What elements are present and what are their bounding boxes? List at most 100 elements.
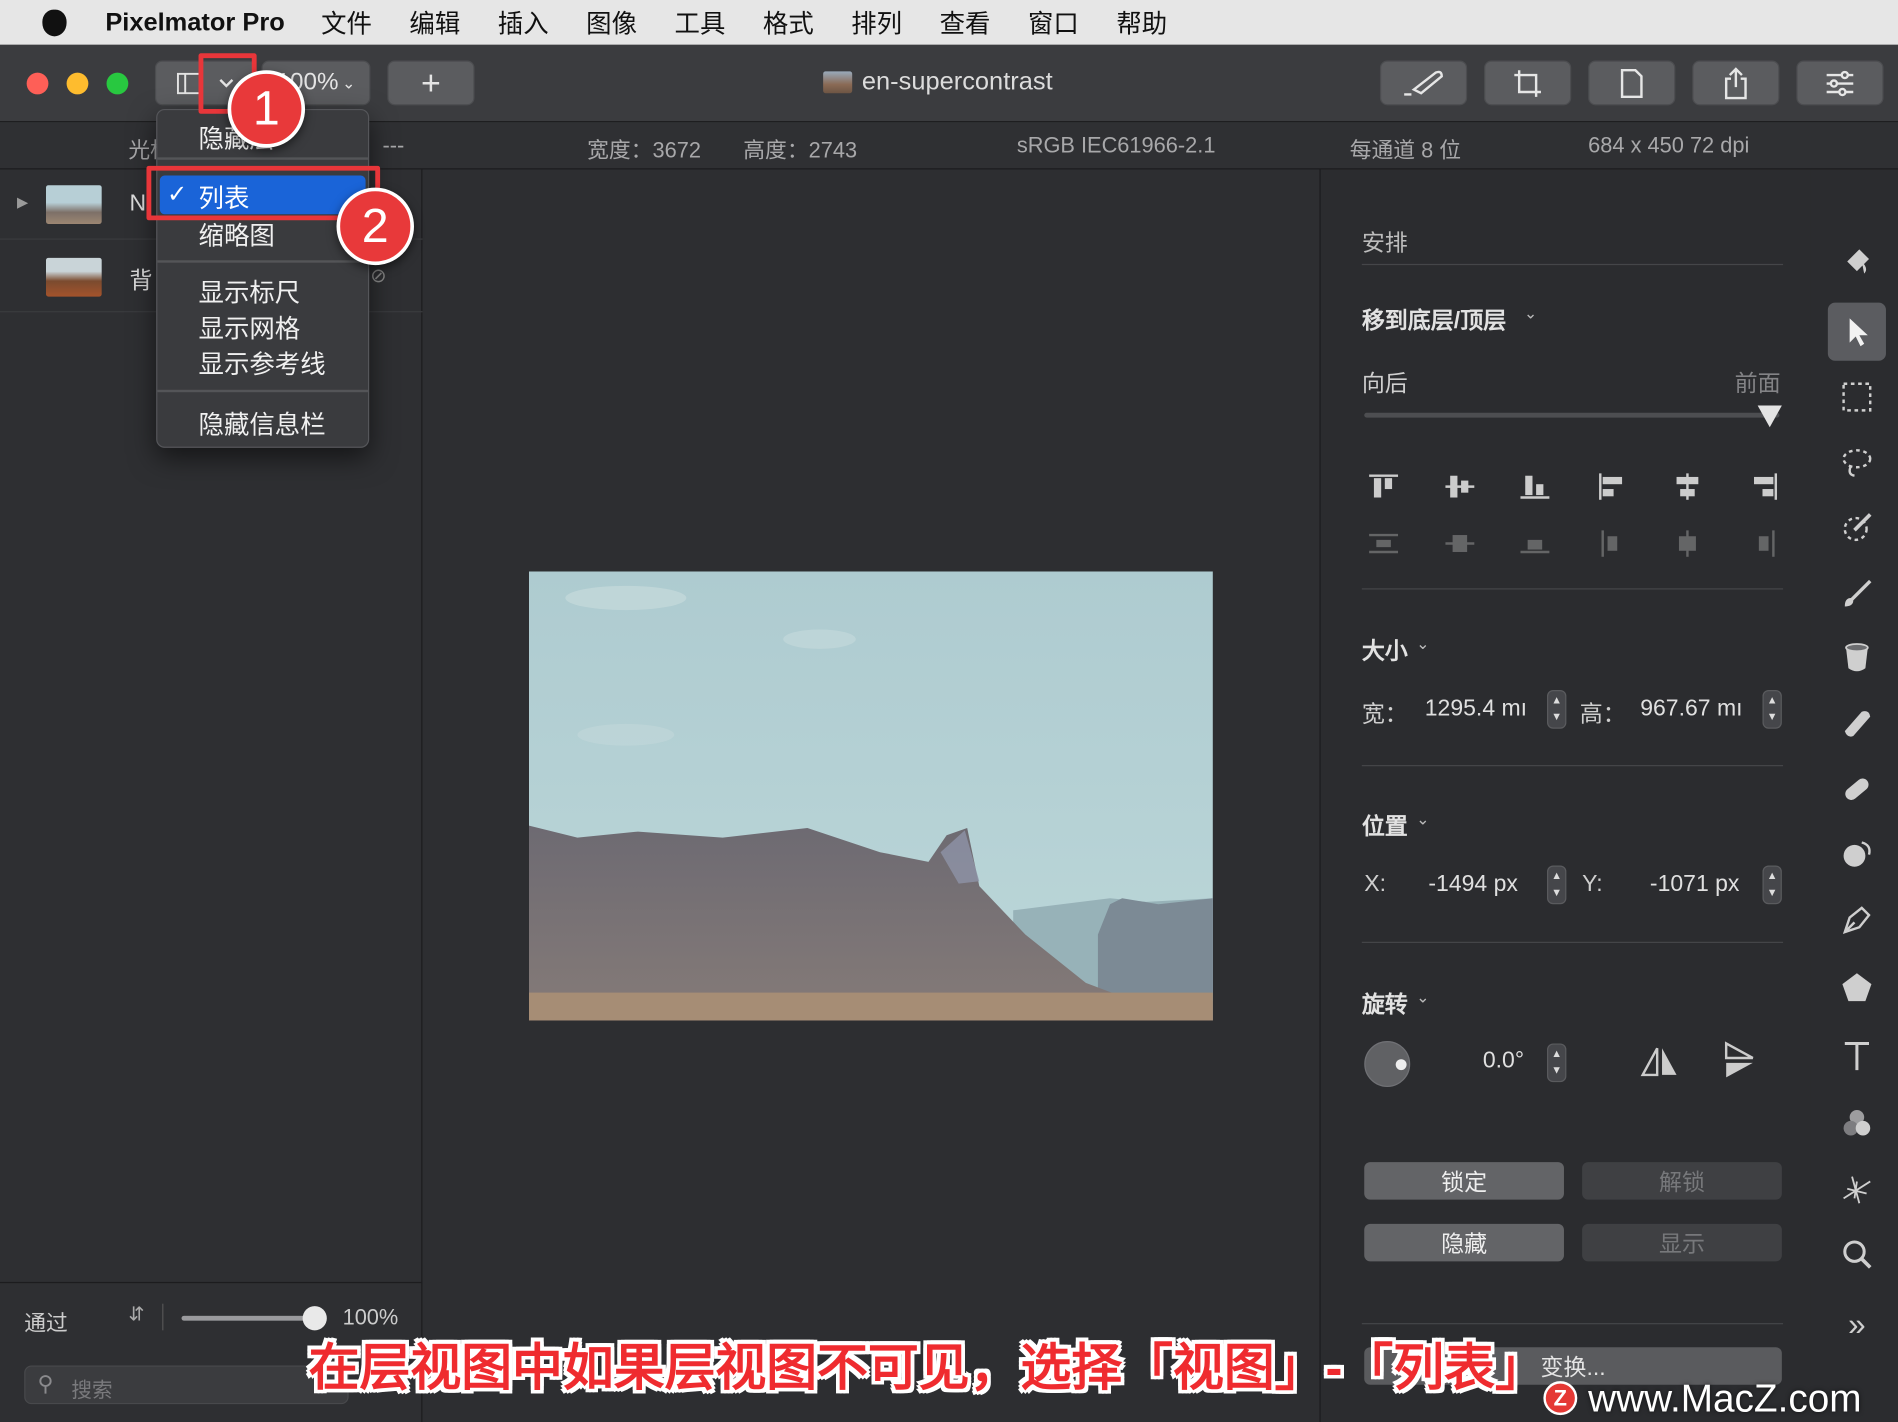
updown-chevron-icon[interactable]: ⇵ (128, 1302, 144, 1326)
menu-item-thumbnails[interactable]: 缩略图 (199, 217, 275, 253)
align-right-icon[interactable] (1749, 473, 1778, 500)
close-window-button[interactable] (26, 72, 49, 95)
layer-order-knob[interactable] (1757, 405, 1782, 428)
document-icon (1620, 68, 1643, 98)
height-stepper[interactable]: ▲ ▼ (1762, 689, 1782, 729)
menu-image[interactable]: 图像 (586, 4, 637, 40)
distribute-hcenter-icon[interactable] (1673, 530, 1702, 557)
height-label: 高： (1579, 702, 1626, 728)
blob-icon[interactable] (1828, 826, 1886, 884)
distribute-top-icon[interactable] (1369, 530, 1399, 557)
chevron-down-icon[interactable]: ⌄ (1416, 810, 1429, 829)
align-left-icon[interactable] (1598, 473, 1627, 500)
move-section-header[interactable]: 移到底层/顶层 (1362, 303, 1506, 336)
text-icon[interactable] (1828, 1027, 1886, 1085)
align-bottom-icon[interactable] (1520, 473, 1550, 500)
rotation-stepper[interactable]: ▲ ▼ (1547, 1043, 1567, 1083)
crop-button[interactable] (1484, 60, 1572, 106)
distribute-vcenter-icon[interactable] (1445, 530, 1475, 557)
menu-window[interactable]: 窗口 (1028, 4, 1079, 40)
menu-item-hide-infobar[interactable]: 隐藏信息栏 (199, 406, 326, 442)
align-hcenter-icon[interactable] (1673, 473, 1702, 500)
share-button[interactable] (1692, 60, 1780, 106)
menu-edit[interactable]: 编辑 (409, 4, 460, 40)
document-button[interactable] (1588, 60, 1676, 106)
width-stepper[interactable]: ▲ ▼ (1547, 689, 1567, 729)
show-button[interactable]: 显示 (1582, 1223, 1782, 1262)
menu-item-show-grid[interactable]: 显示网格 (199, 310, 301, 346)
brush-stroke-icon (1404, 70, 1443, 96)
color-adjust-icon[interactable] (1828, 1094, 1886, 1152)
divider (1361, 588, 1784, 590)
search-placeholder: 搜索 (71, 1378, 113, 1402)
chevron-down-icon[interactable]: ⌄ (1416, 988, 1429, 1007)
search-field[interactable]: ⚲ 搜索 (24, 1365, 349, 1405)
hidden-eye-icon[interactable]: ⊘ (370, 264, 386, 288)
rect-select-icon[interactable] (1828, 368, 1886, 426)
bandage-icon[interactable] (1828, 760, 1886, 818)
lock-button[interactable]: 锁定 (1364, 1162, 1564, 1200)
unlock-button[interactable]: 解锁 (1582, 1162, 1782, 1200)
landscape-image (528, 571, 1213, 1021)
x-stepper[interactable]: ▲ ▼ (1547, 865, 1567, 905)
forward-label: 前面 (1734, 371, 1781, 398)
eraser-icon[interactable] (1828, 695, 1886, 753)
lasso-icon[interactable] (1828, 433, 1886, 491)
opacity-slider[interactable] (181, 1306, 327, 1331)
shape-icon[interactable] (1828, 959, 1886, 1017)
distribute-bottom-icon[interactable] (1520, 530, 1550, 557)
menu-app-name[interactable]: Pixelmator Pro (105, 8, 284, 37)
chevron-down-icon[interactable]: ⌄ (1524, 304, 1537, 323)
distort-icon[interactable] (1828, 1160, 1886, 1218)
menu-help[interactable]: 帮助 (1116, 4, 1167, 40)
pen-icon[interactable] (1828, 891, 1886, 949)
apple-icon[interactable] (42, 9, 67, 36)
arrow-select-icon[interactable] (1827, 302, 1886, 361)
y-stepper[interactable]: ▲ ▼ (1762, 865, 1782, 905)
y-field[interactable]: -1071 px (1650, 872, 1740, 899)
zoom-icon[interactable] (1828, 1225, 1886, 1283)
layer-thumbnail (45, 257, 102, 297)
height-field[interactable]: 967.67 mı (1640, 696, 1742, 723)
align-vcenter-icon[interactable] (1445, 473, 1475, 500)
distribute-left-icon[interactable] (1598, 530, 1627, 557)
blend-mode-select[interactable]: 通过 (24, 1306, 68, 1337)
quick-select-icon[interactable] (1828, 499, 1886, 557)
adjustments-button[interactable] (1796, 60, 1884, 106)
menu-arrange[interactable]: 排列 (851, 4, 902, 40)
zoom-window-button[interactable] (106, 72, 129, 95)
menu-view[interactable]: 查看 (940, 4, 991, 40)
width-field[interactable]: 1295.4 mı (1425, 696, 1527, 723)
fill-icon[interactable] (1828, 629, 1886, 687)
hide-button[interactable]: 隐藏 (1364, 1223, 1564, 1262)
add-button[interactable]: + (387, 60, 475, 106)
rotation-dial[interactable] (1364, 1041, 1411, 1088)
chevron-down-icon[interactable]: ⌄ (1416, 634, 1429, 653)
menu-file[interactable]: 文件 (321, 4, 372, 40)
divider (1361, 1323, 1784, 1325)
more-icon[interactable]: » (1828, 1295, 1886, 1353)
menu-format[interactable]: 格式 (763, 4, 814, 40)
minimize-window-button[interactable] (66, 72, 89, 95)
position-section-header[interactable]: 位置 (1362, 809, 1408, 842)
menu-tools[interactable]: 工具 (675, 4, 726, 40)
brush-icon[interactable] (1828, 564, 1886, 622)
rotate-section-header[interactable]: 旋转 (1362, 987, 1408, 1020)
flip-horizontal-icon[interactable] (1640, 1046, 1679, 1084)
menu-insert[interactable]: 插入 (498, 4, 549, 40)
x-field[interactable]: -1494 px (1428, 872, 1518, 899)
menu-separator (157, 260, 368, 263)
disclosure-triangle-icon[interactable]: ▶ (17, 194, 28, 211)
format-brush-button[interactable] (1379, 60, 1468, 106)
canvas-image[interactable] (528, 571, 1213, 1021)
x-label: X: (1364, 871, 1386, 897)
distribute-right-icon[interactable] (1749, 530, 1778, 557)
rotation-field[interactable]: 0.0° (1483, 1048, 1524, 1075)
menu-item-show-guides[interactable]: 显示参考线 (199, 345, 326, 381)
flip-vertical-icon[interactable] (1724, 1041, 1755, 1086)
layer-order-slider[interactable] (1364, 405, 1782, 428)
menu-item-show-rulers[interactable]: 显示标尺 (199, 274, 301, 310)
size-section-header[interactable]: 大小 (1362, 633, 1408, 666)
align-top-icon[interactable] (1369, 473, 1399, 500)
paint-bucket-icon[interactable] (1828, 232, 1886, 290)
